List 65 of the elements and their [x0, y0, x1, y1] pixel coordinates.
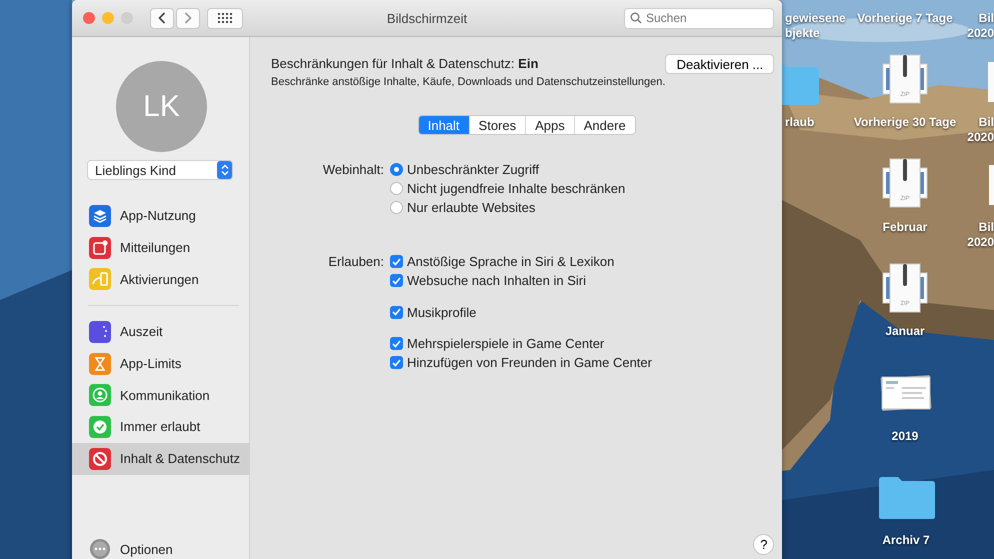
description: Beschränke anstößige Inhalte, Käufe, Downloads und Datenschutzeinstellungen. — [271, 76, 666, 88]
contact-icon — [89, 384, 111, 406]
device-icon — [89, 268, 111, 290]
window-title: Bildschirmzeit — [386, 10, 468, 26]
radio-label: Unbeschränkter Zugriff — [407, 162, 539, 177]
user-dropdown[interactable]: Lieblings Kind — [87, 160, 233, 180]
moon-clock-icon — [89, 320, 111, 343]
deactivate-button[interactable]: Deaktivieren ... — [665, 54, 774, 74]
avatar: LK — [116, 61, 207, 152]
chevron-right-icon — [184, 12, 192, 24]
radio-button[interactable] — [390, 163, 403, 176]
restrictions-status: Beschränkungen für Inhalt & Datenschutz: Ein — [271, 56, 540, 71]
radio-button[interactable] — [390, 182, 403, 195]
sidebar-item[interactable]: Mitteilungen — [72, 232, 249, 264]
back-button[interactable] — [150, 8, 174, 28]
checkbox[interactable] — [390, 337, 403, 350]
radio-button[interactable] — [390, 201, 403, 214]
checkbox[interactable] — [390, 356, 403, 369]
sidebar-item[interactable]: App-Nutzung — [72, 200, 249, 232]
checkbox-label: Websuche nach Inhalten in Siri — [407, 273, 586, 288]
radio-label: Nur erlaubte Websites — [407, 200, 536, 215]
file-name: 2019 — [892, 429, 918, 444]
more-icon — [89, 538, 111, 559]
web-content-label: Webinhalt: — [322, 161, 384, 179]
file-name: Vorherige 30 Tage — [854, 115, 956, 130]
tab[interactable]: Inhalt — [418, 116, 470, 134]
no-entry-icon — [89, 448, 111, 470]
sidebar-item[interactable]: Auszeit — [72, 316, 249, 348]
folder-icon[interactable] — [878, 476, 936, 520]
search-icon — [630, 12, 642, 24]
notification-icon — [89, 236, 111, 259]
close-button[interactable] — [83, 12, 95, 24]
file-name: Bil 2020 — [967, 11, 994, 41]
file-name: Bil 2020 — [967, 115, 994, 145]
file-name: gewiesene bjekte — [785, 11, 846, 41]
layers-icon — [89, 204, 111, 227]
sidebar-item[interactable]: Aktivierungen — [72, 263, 249, 296]
sidebar-item[interactable]: App-Limits — [72, 348, 249, 380]
options-button[interactable]: Optionen — [72, 538, 249, 559]
search-field[interactable]: Suchen — [624, 8, 774, 28]
checkbox-label: Mehrspielerspiele in Game Center — [407, 336, 604, 351]
checkmark-badge-icon — [89, 416, 111, 438]
sidebar-item[interactable]: Kommunikation — [72, 379, 249, 412]
file-name: rlaub — [785, 115, 814, 130]
show-all-button[interactable] — [207, 8, 243, 28]
file-name: Archiv 7 — [882, 533, 930, 548]
file-name: Bil 2020 — [967, 220, 994, 250]
file-name: Februar — [882, 220, 928, 235]
checkbox[interactable] — [390, 255, 403, 268]
checkbox-label: Anstößige Sprache in Siri & Lexikon — [407, 254, 614, 269]
checkbox-label: Musikprofile — [407, 304, 476, 320]
help-button[interactable]: ? — [753, 534, 774, 555]
sidebar-item[interactable]: Inhalt & Datenschutz — [72, 442, 249, 474]
grid-icon — [218, 13, 232, 23]
checkbox-label: Hinzufügen von Freunden in Game Center — [407, 355, 652, 370]
checkbox[interactable] — [390, 274, 403, 287]
sidebar-item[interactable]: Immer erlaubt — [72, 411, 249, 443]
allow-label: Erlauben: — [327, 253, 384, 271]
hourglass-icon — [89, 352, 111, 375]
checkbox[interactable] — [390, 306, 403, 318]
file-name: Januar — [885, 324, 925, 339]
chevron-left-icon — [158, 12, 166, 24]
file-name: Vorherige 7 Tage — [857, 11, 953, 26]
radio-label: Nicht jugendfreie Inhalte beschränken — [407, 181, 626, 196]
stepper-icon — [220, 164, 228, 176]
